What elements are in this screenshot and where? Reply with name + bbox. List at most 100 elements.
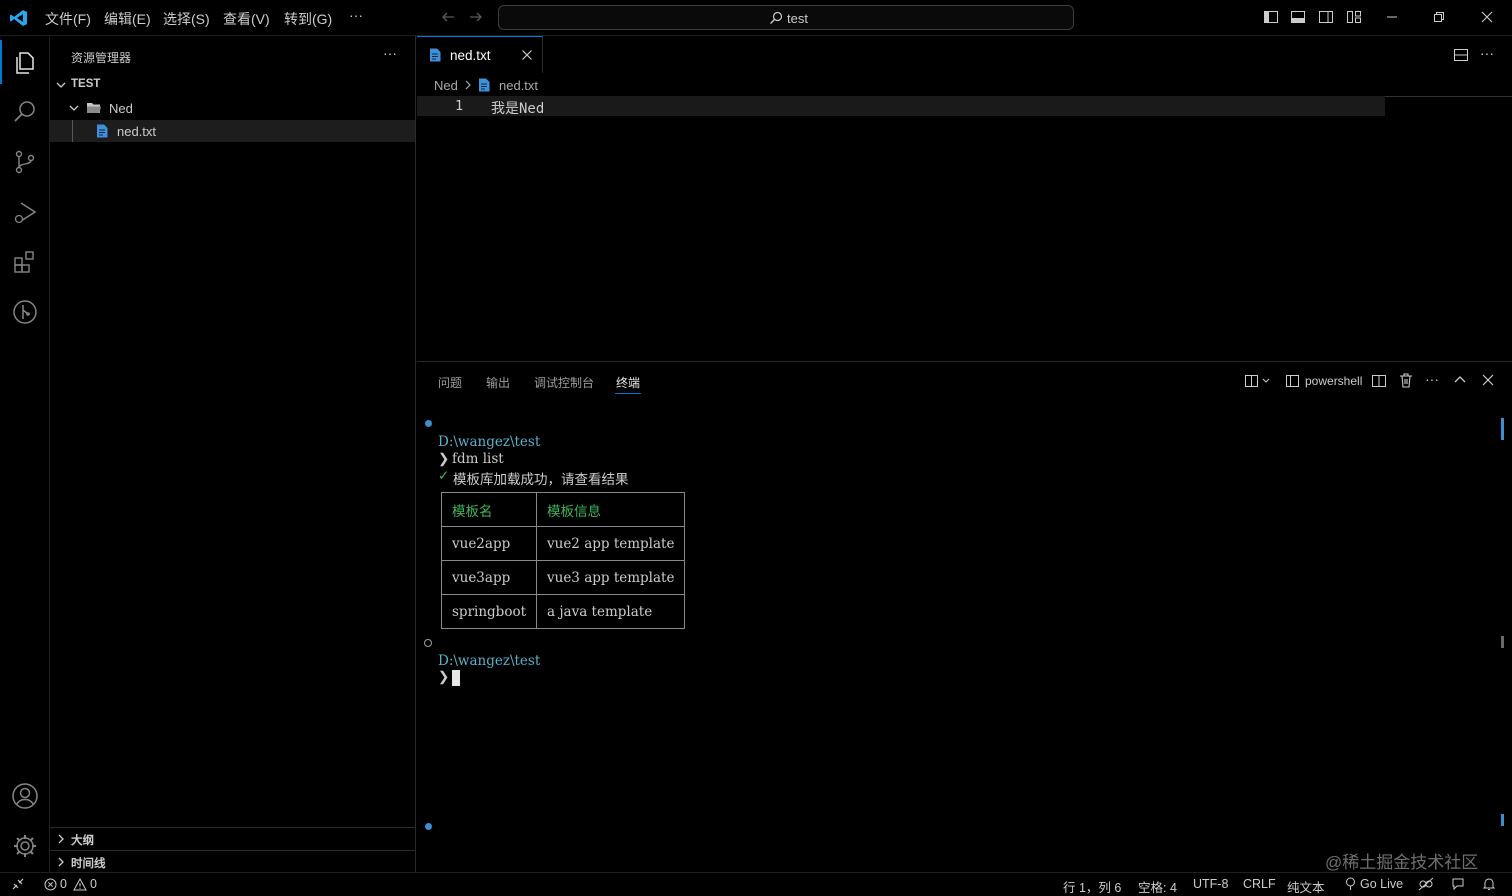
folder-open-icon bbox=[86, 101, 102, 115]
scrollbar-marker bbox=[1501, 636, 1504, 648]
status-bar: 0 0 行 1，列 6 空格: 4 UTF-8 CRLF 纯文本 Go Live bbox=[0, 872, 1512, 895]
minimize-window-icon[interactable] bbox=[1384, 9, 1402, 27]
chevron-right-icon bbox=[54, 855, 68, 869]
text-file-icon bbox=[429, 48, 441, 62]
table-cell: vue2app bbox=[441, 526, 537, 561]
tab-debug-console[interactable]: 调试控制台 bbox=[534, 374, 594, 391]
end-of-line[interactable]: CRLF bbox=[1243, 877, 1276, 891]
editor-line-text[interactable]: 我是Ned bbox=[491, 98, 544, 118]
command-success-dot[interactable] bbox=[425, 420, 432, 427]
breadcrumb-folder[interactable]: Ned bbox=[434, 78, 458, 93]
editor-more-button[interactable]: ··· bbox=[1480, 45, 1494, 61]
menu-file[interactable]: 文件(F) bbox=[45, 9, 91, 29]
remote-icon bbox=[11, 877, 25, 891]
close-tab-icon[interactable] bbox=[520, 48, 534, 62]
terminal-instance-icon bbox=[1285, 373, 1301, 389]
tab-problems[interactable]: 问题 bbox=[438, 374, 462, 391]
warning-count[interactable]: 0 bbox=[90, 877, 97, 891]
tree-file-ned-txt[interactable]: ned.txt bbox=[50, 120, 415, 142]
cursor-position[interactable]: 行 1，列 6 bbox=[1063, 877, 1121, 896]
menu-edit[interactable]: 编辑(E) bbox=[104, 9, 151, 29]
outline-label: 大纲 bbox=[71, 835, 94, 847]
command-pending-dot[interactable] bbox=[424, 639, 432, 647]
panel-more-button[interactable]: ··· bbox=[1425, 371, 1439, 387]
menu-selection[interactable]: 选择(S) bbox=[163, 9, 210, 29]
table-cell: springboot bbox=[441, 594, 537, 629]
go-live-button[interactable]: Go Live bbox=[1360, 877, 1403, 891]
table-cell: a java template bbox=[535, 594, 686, 629]
broadcast-icon bbox=[1344, 877, 1357, 891]
search-icon bbox=[769, 11, 783, 25]
trash-icon[interactable] bbox=[1398, 372, 1414, 388]
run-debug-icon[interactable] bbox=[11, 198, 39, 226]
maximize-panel-icon[interactable] bbox=[1452, 372, 1468, 388]
copilot-disabled-icon[interactable] bbox=[1418, 877, 1434, 891]
minimap[interactable] bbox=[1385, 96, 1512, 103]
notifications-bell-icon[interactable] bbox=[1482, 877, 1496, 891]
toggle-secondary-sidebar-icon[interactable] bbox=[1318, 9, 1336, 27]
remote-button[interactable] bbox=[0, 873, 36, 895]
indentation[interactable]: 空格: 4 bbox=[1138, 877, 1177, 896]
vscode-logo-icon bbox=[9, 8, 29, 28]
extensions-icon[interactable] bbox=[11, 248, 39, 276]
breadcrumb-file[interactable]: ned.txt bbox=[499, 78, 538, 93]
workspace-header[interactable]: TEST bbox=[50, 74, 415, 96]
error-icon[interactable] bbox=[44, 878, 57, 891]
chevron-down-icon bbox=[67, 101, 81, 115]
timeline-label: 时间线 bbox=[71, 858, 106, 870]
menu-more-button[interactable]: ··· bbox=[349, 7, 363, 23]
sidebar-title: 资源管理器 bbox=[71, 51, 132, 65]
table-cell: vue3app bbox=[441, 560, 537, 595]
explorer-icon[interactable] bbox=[11, 48, 39, 76]
git-graph-icon[interactable] bbox=[11, 298, 39, 326]
toggle-primary-sidebar-icon[interactable] bbox=[1263, 9, 1281, 27]
tab-output[interactable]: 输出 bbox=[486, 374, 510, 391]
sidebar-more-button[interactable]: ··· bbox=[383, 45, 397, 61]
close-window-icon[interactable] bbox=[1479, 9, 1497, 27]
watermark: @稀土掘金技术社区 bbox=[1325, 853, 1479, 872]
text-editor[interactable]: 1 我是Ned bbox=[417, 96, 1512, 360]
tab-ned-txt[interactable]: ned.txt bbox=[417, 36, 543, 73]
table-row: vue3app vue3 app template bbox=[441, 560, 686, 595]
table-header-cell: 模板信息 bbox=[535, 492, 686, 527]
timeline-section[interactable]: 时间线 bbox=[50, 850, 415, 873]
error-count[interactable]: 0 bbox=[60, 877, 67, 891]
template-table: 模板名 模板信息 vue2app vue2 app template vue3a… bbox=[441, 492, 686, 629]
indent-guide bbox=[72, 120, 73, 142]
tab-terminal[interactable]: 终端 bbox=[616, 374, 640, 391]
workspace-name: TEST bbox=[71, 78, 101, 90]
bottom-panel: 问题 输出 调试控制台 终端 powershell ··· D:\wangez\… bbox=[417, 361, 1512, 872]
feedback-icon[interactable] bbox=[1451, 877, 1465, 891]
table-header-cell: 模板名 bbox=[441, 492, 537, 527]
search-icon[interactable] bbox=[11, 98, 39, 126]
close-panel-icon[interactable] bbox=[1480, 372, 1496, 388]
settings-gear-icon[interactable] bbox=[11, 832, 39, 860]
customize-layout-icon[interactable] bbox=[1346, 9, 1364, 27]
terminal-prompt: ❯ bbox=[438, 451, 450, 467]
split-editor-icon[interactable] bbox=[1453, 47, 1469, 63]
back-arrow-icon[interactable] bbox=[440, 9, 458, 27]
outline-section[interactable]: 大纲 bbox=[50, 827, 415, 850]
menu-view[interactable]: 查看(V) bbox=[223, 9, 270, 29]
file-encoding[interactable]: UTF-8 bbox=[1193, 877, 1228, 891]
language-mode[interactable]: 纯文本 bbox=[1287, 877, 1325, 896]
command-success-dot[interactable] bbox=[425, 823, 432, 830]
account-icon[interactable] bbox=[11, 782, 39, 810]
warning-icon[interactable] bbox=[73, 878, 87, 891]
check-mark-icon: ✓ bbox=[438, 468, 450, 484]
restore-window-icon[interactable] bbox=[1431, 9, 1449, 27]
tree-folder-ned[interactable]: Ned bbox=[50, 97, 415, 119]
chevron-right-icon bbox=[463, 79, 473, 91]
menu-go[interactable]: 转到(G) bbox=[284, 9, 332, 29]
terminal-shell-name[interactable]: powershell bbox=[1305, 374, 1362, 388]
split-terminal-icon[interactable] bbox=[1371, 373, 1387, 389]
line-number: 1 bbox=[455, 98, 464, 114]
terminal-command: fdm list bbox=[452, 451, 504, 467]
source-control-icon[interactable] bbox=[11, 148, 39, 176]
scrollbar-marker bbox=[1501, 418, 1504, 440]
toggle-panel-icon[interactable] bbox=[1290, 9, 1308, 27]
new-terminal-split-icon[interactable] bbox=[1244, 373, 1270, 389]
command-center-search[interactable]: test bbox=[498, 5, 1074, 30]
editor-tab-bar: ned.txt ··· bbox=[417, 36, 1512, 73]
forward-arrow-icon[interactable] bbox=[468, 9, 486, 27]
